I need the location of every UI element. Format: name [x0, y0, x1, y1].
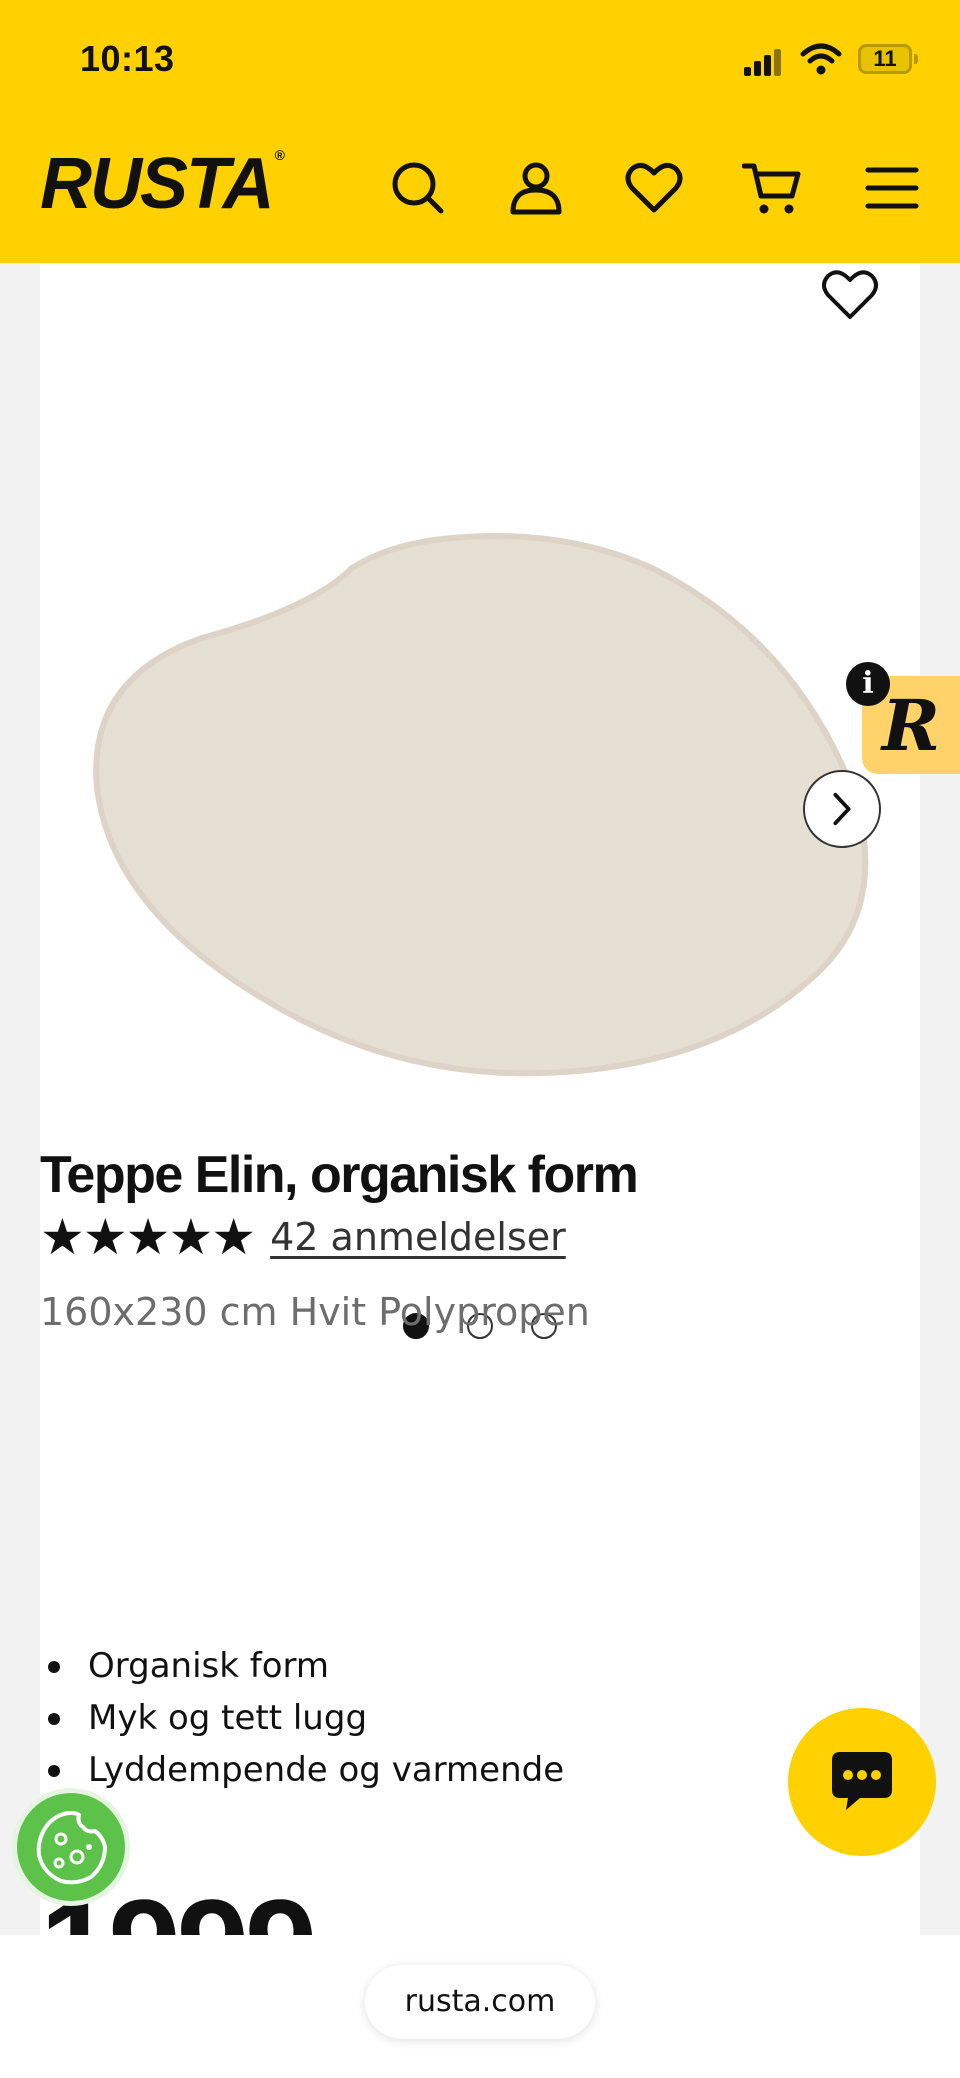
- account-icon[interactable]: [506, 158, 566, 218]
- add-to-favorites-heart-icon[interactable]: [820, 265, 880, 325]
- rating-stars: ★★★★★: [40, 1208, 256, 1266]
- feature-item: Myk og tett lugg: [40, 1692, 564, 1744]
- menu-icon[interactable]: [862, 158, 922, 218]
- feature-item: Lyddempende og varmende: [40, 1744, 564, 1796]
- top-bar: 10:13 11 RUSTA ®: [0, 0, 960, 263]
- status-time: 10:13: [80, 38, 175, 79]
- battery-level: 11: [873, 46, 897, 71]
- product-specs: 160x230 cm Hvit Polypropen: [40, 1290, 590, 1334]
- registered-mark: ®: [274, 147, 285, 163]
- next-image-button[interactable]: [803, 770, 881, 848]
- favorites-heart-icon[interactable]: [624, 158, 684, 218]
- product-features-list: Organisk form Myk og tett lugg Lyddempen…: [40, 1640, 564, 1796]
- rusta-logo[interactable]: RUSTA ®: [40, 147, 285, 220]
- battery-tip: [914, 54, 918, 64]
- url-field[interactable]: rusta.com: [365, 1965, 595, 2039]
- cookie-settings-icon[interactable]: [12, 1788, 130, 1906]
- search-icon[interactable]: [388, 158, 448, 218]
- product-title: Teppe Elin, organisk form: [40, 1146, 639, 1204]
- logo-text: RUSTA: [40, 144, 275, 224]
- cellular-signal-icon: [744, 48, 782, 76]
- product-rating: ★★★★★ 42 anmeldelser: [40, 1212, 566, 1262]
- product-image-rug[interactable]: [92, 528, 918, 1088]
- feature-item: Organisk form: [40, 1640, 564, 1692]
- wifi-icon: [800, 43, 842, 75]
- cart-icon[interactable]: [742, 158, 802, 218]
- battery-icon: 11: [858, 44, 912, 74]
- chat-button[interactable]: [788, 1708, 936, 1856]
- info-icon[interactable]: i: [846, 662, 890, 706]
- reviews-link[interactable]: 42 anmeldelser: [270, 1215, 566, 1259]
- browser-bottom-bar: rusta.com: [0, 1935, 960, 2078]
- badge-letter: R: [881, 683, 941, 767]
